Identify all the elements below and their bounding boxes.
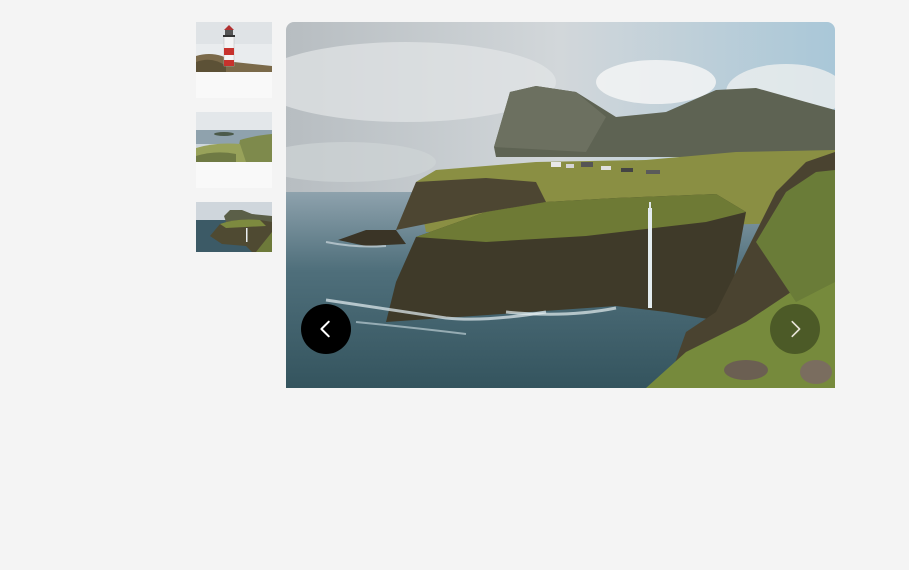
lighthouse-image	[196, 22, 272, 72]
thumbnail-spacer	[196, 162, 272, 188]
thumbnail-spacer	[196, 72, 272, 98]
coastline-island-image	[196, 112, 272, 162]
waterfall-cliff-landscape-image	[286, 22, 835, 388]
chevron-left-icon	[320, 320, 330, 338]
previous-image-button[interactable]	[301, 304, 351, 354]
thumbnail-coastline[interactable]	[196, 112, 272, 162]
main-image-viewer	[286, 22, 835, 388]
waterfall-cliff-image	[196, 202, 272, 252]
thumbnail-waterfall[interactable]	[196, 202, 272, 252]
chevron-right-icon	[791, 320, 801, 338]
next-image-button[interactable]	[770, 304, 820, 354]
thumbnail-lighthouse[interactable]	[196, 22, 272, 72]
